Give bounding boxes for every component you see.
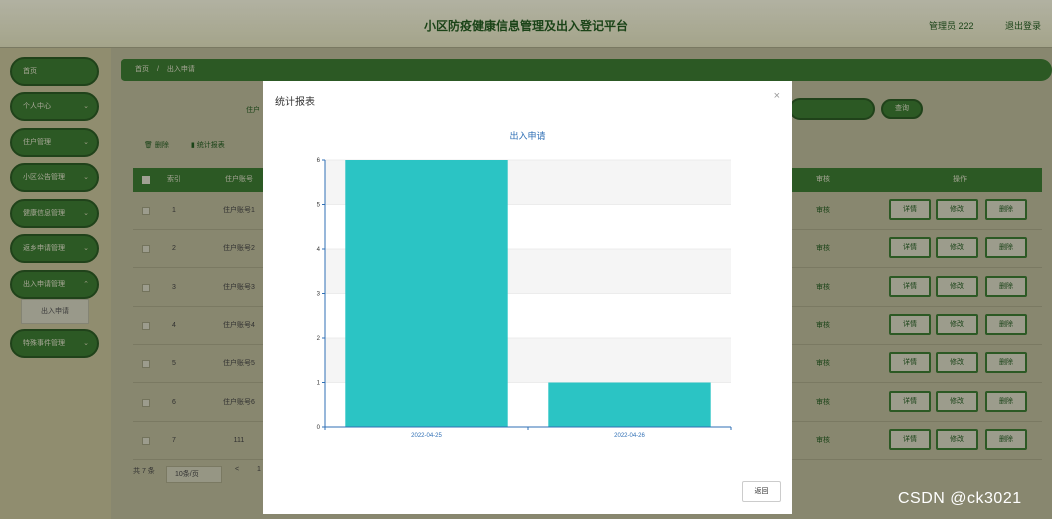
y-tick-label: 2 (317, 336, 321, 342)
y-tick-label: 0 (317, 425, 321, 431)
y-tick-label: 1 (317, 381, 321, 387)
bar-2022-04-25 (345, 160, 508, 427)
x-tick-label: 2022-04-25 (411, 433, 442, 439)
x-tick-label: 2022-04-26 (614, 433, 645, 439)
y-tick-label: 3 (317, 292, 321, 298)
stats-modal: 统计报表 × 出入申请 0 1 2 3 4 5 6 2022-04-25 2022-04-26 … (263, 81, 792, 514)
return-button[interactable]: 返回 (742, 481, 781, 502)
y-tick-label: 5 (317, 203, 321, 209)
watermark: CSDN @ck3021 (898, 490, 1022, 507)
y-tick-label: 4 (317, 247, 321, 253)
bar-chart: 0 1 2 3 4 5 6 2022-04-25 2022-04-26 (317, 158, 732, 439)
y-tick-label: 6 (317, 158, 321, 164)
bar-2022-04-26 (548, 382, 711, 427)
